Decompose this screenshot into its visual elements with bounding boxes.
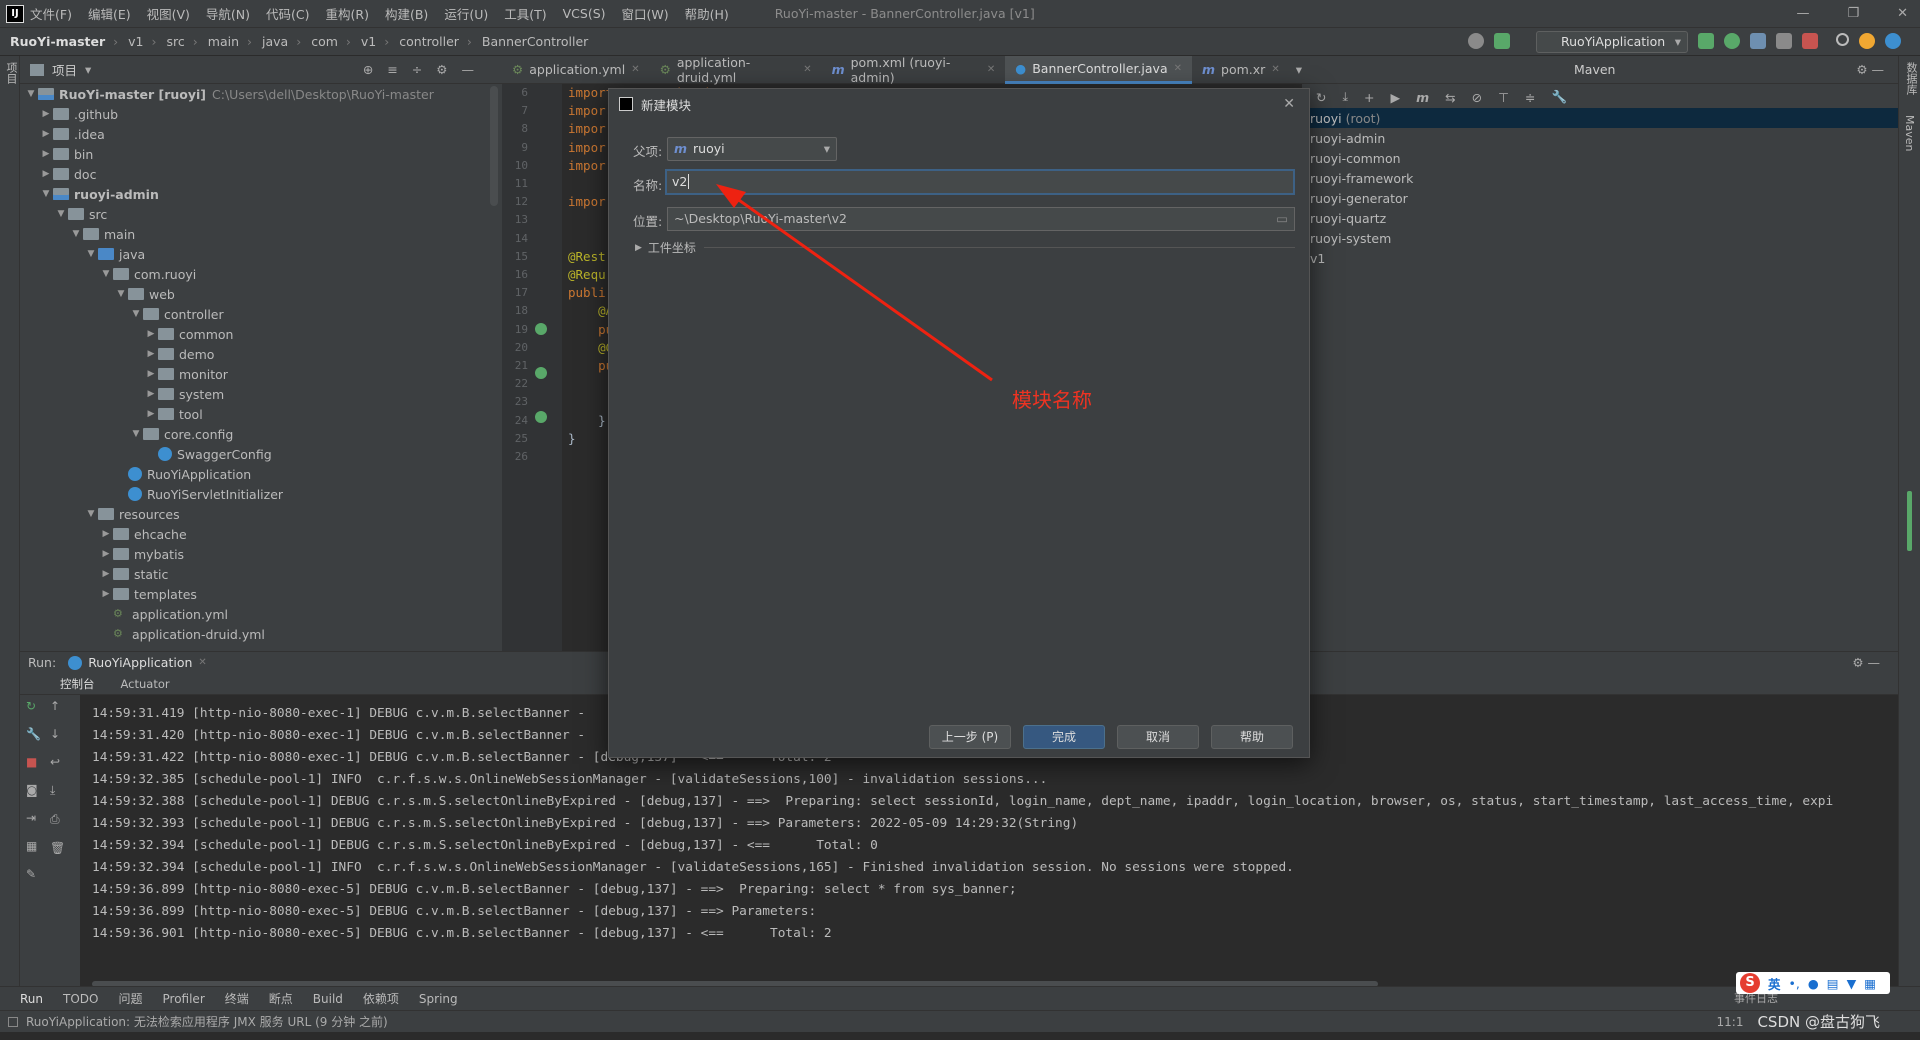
annotation-label: 模块名称 [1012,388,1092,412]
annotation-arrow [716,184,993,382]
